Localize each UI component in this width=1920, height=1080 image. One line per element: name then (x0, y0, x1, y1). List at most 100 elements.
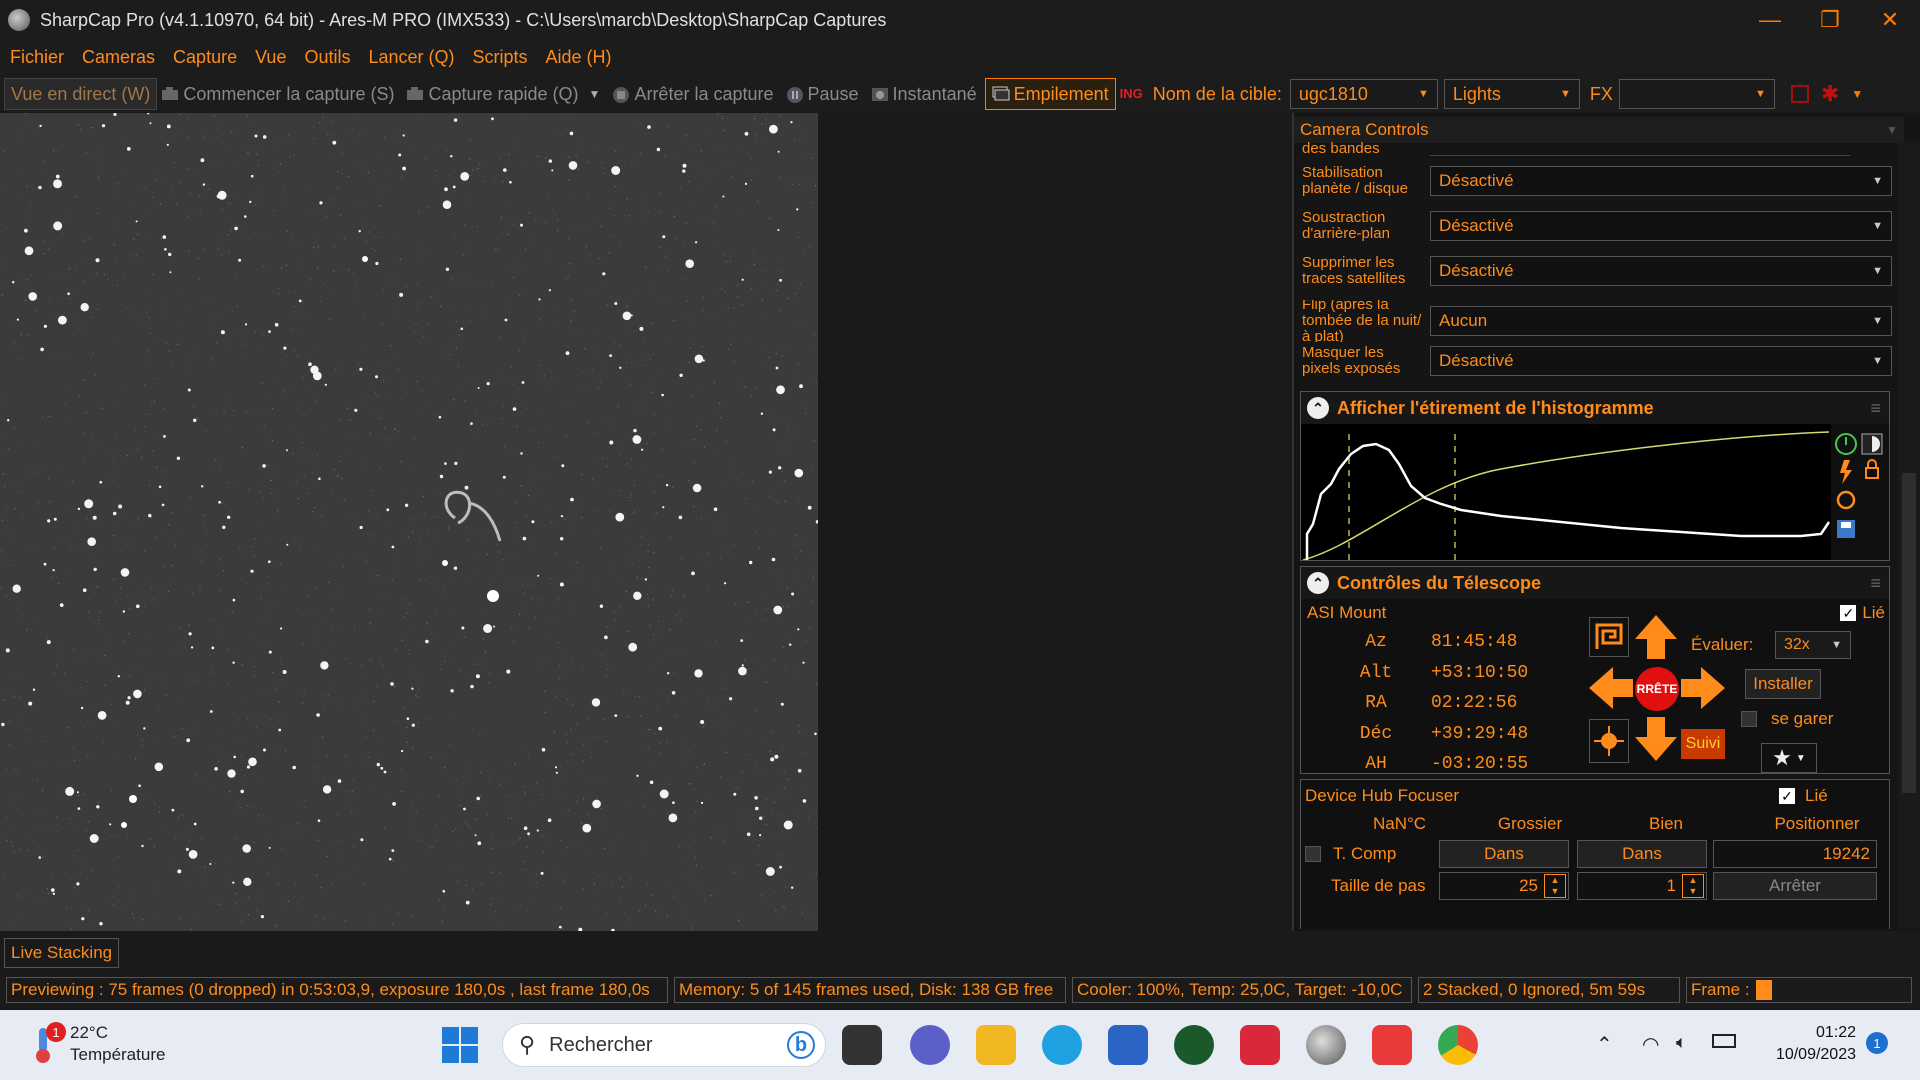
histogram-plot[interactable] (1301, 424, 1889, 560)
menu-scripts[interactable]: Scripts (473, 47, 528, 68)
scrollbar-thumb[interactable] (1902, 473, 1916, 793)
arrow-up-button[interactable] (1633, 613, 1679, 661)
chevron-down-icon: ▼ (1795, 752, 1806, 764)
mount-name: ASI Mount (1307, 603, 1387, 622)
home-target-button[interactable] (1589, 719, 1629, 763)
stacked-status-text: 2 Stacked, 0 Ignored, 5m 59s (1423, 980, 1646, 999)
flip-select[interactable]: Aucun ▼ (1430, 306, 1892, 336)
battery-icon[interactable] (1712, 1034, 1736, 1048)
target-name-group: ING Nom de la cible: (1116, 78, 1290, 110)
cancel-icon[interactable]: ✱ (1821, 81, 1839, 107)
position-input[interactable]: 19242 (1713, 840, 1877, 868)
quick-capture-button[interactable]: Capture rapide (Q) ▼ (402, 78, 608, 110)
background-select[interactable]: Désactivé ▼ (1430, 211, 1892, 241)
title-bar: SharpCap Pro (v4.1.10970, 64 bit) - Ares… (0, 0, 1920, 40)
checkbox-checked-icon: ✓ (1779, 788, 1795, 804)
target-name-input[interactable]: ugc1810 ▼ (1289, 79, 1438, 109)
clock-time: 01:22 (1815, 1024, 1856, 1041)
install-button[interactable]: Installer (1745, 669, 1821, 699)
stop-slew-button[interactable]: RRÊTE (1635, 667, 1679, 711)
stabilisation-select[interactable]: Désactivé ▼ (1430, 166, 1892, 196)
menu-aide[interactable]: Aide (H) (546, 47, 612, 68)
arrow-right-button[interactable] (1679, 665, 1727, 711)
pause-button[interactable]: Pause (782, 78, 867, 110)
spin-arrows-icon[interactable]: ▲ ▼ (1682, 874, 1704, 898)
fine-step-stepper[interactable]: 1 ▲ ▼ (1577, 872, 1707, 900)
chrome-icon[interactable] (1438, 1025, 1478, 1065)
spin-arrows-icon[interactable]: ▲ ▼ (1544, 874, 1566, 898)
menu-icon[interactable]: ≡ (1870, 398, 1881, 419)
focuser-linked-checkbox[interactable]: ✓ Lié (1779, 786, 1828, 806)
chevron-down-icon[interactable]: ▼ (1886, 123, 1898, 137)
telescope-title-bar[interactable]: ⌃ Contrôles du Télescope ≡ (1301, 567, 1889, 599)
live-image-view[interactable] (0, 113, 818, 931)
memory-status: Memory: 5 of 145 frames used, Disk: 138 … (674, 977, 1066, 1003)
task-view-icon[interactable] (842, 1025, 882, 1065)
live-view-button[interactable]: Vue en direct (W) (4, 78, 158, 110)
coarse-in-button[interactable]: Dans (1439, 840, 1569, 868)
spiral-search-button[interactable] (1589, 617, 1629, 657)
focuser-stop-button[interactable]: Arrêter (1713, 872, 1877, 900)
install-label: Installer (1753, 674, 1813, 693)
menu-outils[interactable]: Outils (304, 47, 350, 68)
stacking-button[interactable]: Empilement (984, 78, 1116, 110)
fine-in-button[interactable]: Dans (1577, 840, 1707, 868)
pause-icon (786, 86, 804, 103)
menu-cameras[interactable]: Cameras (82, 47, 155, 68)
crosshair-icon (1594, 726, 1624, 756)
start-button[interactable] (442, 1027, 478, 1063)
menu-capture[interactable]: Capture (173, 47, 237, 68)
minimize-button[interactable]: — (1740, 0, 1800, 40)
weather-widget[interactable]: 1 22°C Température (28, 1022, 165, 1066)
wifi-icon[interactable]: ◠ (1642, 1032, 1659, 1057)
teams-icon[interactable] (910, 1025, 950, 1065)
collapse-icon[interactable]: ⌃ (1307, 397, 1329, 419)
menu-fichier[interactable]: Fichier (10, 47, 64, 68)
store-icon[interactable] (1108, 1025, 1148, 1065)
sharpcap-taskbar-icon[interactable] (1306, 1025, 1346, 1065)
panel-scrollbar[interactable] (1898, 143, 1920, 928)
file-explorer-icon[interactable] (976, 1025, 1016, 1065)
fx-select[interactable]: ▼ (1618, 79, 1775, 109)
coarse-step-stepper[interactable]: 25 ▲ ▼ (1439, 872, 1569, 900)
snapshot-button[interactable]: Instantané (867, 78, 985, 110)
phd2-icon[interactable] (1174, 1025, 1214, 1065)
chevron-down-icon[interactable]: ▼ (589, 87, 601, 101)
restore-button[interactable]: ❐ (1800, 0, 1860, 40)
frame-type-select[interactable]: Lights ▼ (1443, 79, 1580, 109)
coord-value: -03:20:55 (1431, 754, 1529, 774)
park-checkbox[interactable]: se garer (1741, 709, 1833, 729)
chevron-down-icon[interactable]: ▼ (1851, 87, 1863, 101)
taskbar-search[interactable]: ⚲ Rechercher b (502, 1023, 826, 1067)
rate-select[interactable]: 32x ▼ (1775, 631, 1851, 659)
live-stacking-tab[interactable]: Live Stacking (4, 938, 120, 968)
edge-icon[interactable] (1042, 1025, 1082, 1065)
clock[interactable]: 01:22 10/09/2023 (1760, 1022, 1856, 1066)
frame-progress: Frame : (1686, 977, 1912, 1003)
arrow-left-button[interactable] (1587, 665, 1635, 711)
notification-badge[interactable]: 1 (1866, 1032, 1888, 1054)
anydesk-icon[interactable] (1372, 1025, 1412, 1065)
coord-row: AH -03:20:55 (1321, 749, 1528, 780)
stop-capture-button[interactable]: Arrêter la capture (608, 78, 781, 110)
record-icon[interactable] (1790, 85, 1809, 103)
satellite-select[interactable]: Désactivé ▼ (1430, 256, 1892, 286)
menu-vue[interactable]: Vue (255, 47, 286, 68)
volume-muted-icon[interactable]: 🔈︎ (1676, 1032, 1687, 1053)
chevron-up-icon[interactable]: ⌃ (1596, 1032, 1613, 1057)
slider-ticks[interactable] (1430, 142, 1850, 156)
histogram-title-bar[interactable]: ⌃ Afficher l'étirement de l'histogramme … (1301, 392, 1889, 424)
start-capture-button[interactable]: Commencer la capture (S) (157, 78, 402, 110)
arrow-down-button[interactable] (1633, 715, 1679, 763)
step-size-label: Taille de pas (1331, 876, 1426, 895)
track-button[interactable]: Suivi (1681, 729, 1725, 759)
photo-app-icon[interactable] (1240, 1025, 1280, 1065)
mask-select[interactable]: Désactivé ▼ (1430, 346, 1892, 376)
menu-icon[interactable]: ≡ (1870, 573, 1881, 594)
close-button[interactable]: ✕ (1860, 0, 1920, 40)
tcomp-checkbox[interactable]: T. Comp (1305, 844, 1396, 864)
collapse-icon[interactable]: ⌃ (1307, 572, 1329, 594)
mount-linked-checkbox[interactable]: ✓ Lié (1840, 603, 1885, 623)
star-select[interactable]: ★ ▼ (1761, 743, 1817, 773)
menu-lancer[interactable]: Lancer (Q) (368, 47, 454, 68)
